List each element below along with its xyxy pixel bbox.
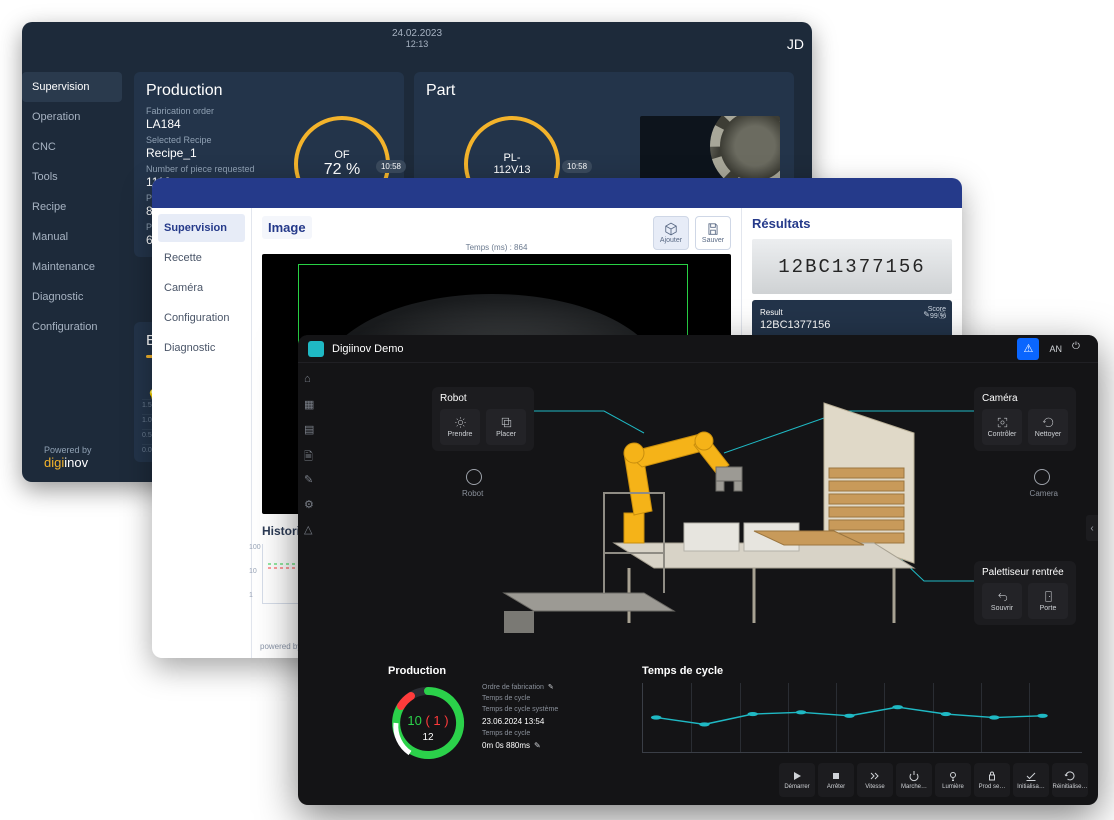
save-icon	[706, 222, 720, 236]
prod-button[interactable]: Prod se…	[974, 763, 1010, 797]
sidebar-item-camera[interactable]: Caméra	[158, 274, 245, 302]
bottom-dashboards: Production 10 ( 1 ) 12 Ordre de fabricat…	[388, 665, 1082, 775]
stop-button[interactable]: Arrêter	[818, 763, 854, 797]
sidebar-item-configuration[interactable]: Configuration	[158, 304, 245, 332]
speed-button[interactable]: Vitesse	[857, 763, 893, 797]
gear-icon	[454, 416, 467, 429]
warning-icon[interactable]: △	[304, 523, 318, 537]
sidebar-item-manual[interactable]: Manual	[22, 222, 122, 252]
march-button[interactable]: Marche…	[896, 763, 932, 797]
sidebar-item-cnc[interactable]: CNC	[22, 132, 122, 162]
souvrir-button[interactable]: Souvrir	[982, 583, 1022, 619]
cube-icon	[664, 222, 678, 236]
layers-icon[interactable]: ▤	[304, 423, 318, 437]
expand-right-icon[interactable]: ‹	[1086, 515, 1098, 541]
timestamp-date: 24.02.2023	[392, 28, 442, 39]
titlebar	[152, 178, 962, 208]
status-label-robot: Robot	[462, 489, 483, 498]
settings-icon[interactable]: ⚙	[304, 498, 318, 512]
sidebar-item-operation[interactable]: Operation	[22, 102, 122, 132]
sidebar-nav: Supervision Operation CNC Tools Recipe M…	[22, 72, 122, 342]
production-gauge: 10 ( 1 ) 12	[388, 683, 468, 763]
alert-button[interactable]: ⚠	[1017, 338, 1039, 360]
edit-icon[interactable]: ✎	[304, 473, 318, 487]
app-title: Digiinov Demo	[332, 343, 404, 355]
status-indicator-camera	[1034, 469, 1050, 485]
sidebar-item-supervision[interactable]: Supervision	[158, 214, 245, 242]
panel-title: Production	[388, 665, 618, 677]
copy-icon	[500, 416, 513, 429]
light-button[interactable]: Lumière	[935, 763, 971, 797]
power-icon[interactable]: ⏻	[1072, 341, 1088, 357]
add-button[interactable]: Ajouter	[653, 216, 689, 250]
init-button[interactable]: Initialisa…	[1013, 763, 1049, 797]
door-icon	[1042, 590, 1055, 603]
undo-icon	[996, 590, 1009, 603]
panel-title: Image	[262, 216, 312, 239]
save-button[interactable]: Sauver	[695, 216, 731, 250]
panel-palletizer: Palettiseur rentrée Souvrir Porte	[974, 561, 1076, 625]
sidebar-item-recipe[interactable]: Recipe	[22, 192, 122, 222]
ocr-result-image: 12BC1377156	[752, 239, 952, 294]
focus-icon	[996, 416, 1009, 429]
start-button[interactable]: Démarrer	[779, 763, 815, 797]
cycle-time-chart	[642, 683, 1082, 753]
time-chip: 10:58	[376, 160, 406, 173]
dashboard-icon[interactable]: ▦	[304, 398, 318, 412]
time-chip: 10:58	[562, 160, 592, 173]
card-title: Part	[426, 82, 782, 100]
panel-title: Palettiseur rentrée	[982, 567, 1068, 578]
placer-button[interactable]: Placer	[486, 409, 526, 445]
cycle-time-chart-panel: Temps de cycle	[642, 665, 1082, 775]
user-initials[interactable]: JD	[787, 36, 804, 52]
panel-camera: Caméra Contrôler Nettoyer	[974, 387, 1076, 451]
sidebar-nav: Supervision Recette Caméra Configuration…	[152, 208, 252, 658]
prendre-button[interactable]: Prendre	[440, 409, 480, 445]
app-logo	[308, 341, 324, 357]
status-indicator-robot	[466, 469, 482, 485]
nettoyer-button[interactable]: Nettoyer	[1028, 409, 1068, 445]
result-label: Result	[760, 308, 944, 317]
reset-button[interactable]: Réinitialise…	[1052, 763, 1088, 797]
titlebar: Digiinov Demo ⚠ AN ⏻	[298, 335, 1098, 363]
sidebar-item-diagnostic[interactable]: Diagnostic	[158, 334, 245, 362]
icon-rail: ⌂ ▦ ▤ 🗎 ✎ ⚙ △	[298, 363, 324, 803]
window-robot-3d: Digiinov Demo ⚠ AN ⏻ ⌂ ▦ ▤ 🗎 ✎ ⚙ △	[298, 335, 1098, 805]
panel-title: Résultats	[752, 216, 952, 231]
sidebar-item-diagnostic[interactable]: Diagnostic	[22, 282, 122, 312]
3d-stage[interactable]: Robot Prendre Placer Caméra Contrôler	[324, 363, 1098, 663]
timestamp-time: 12:13	[392, 39, 442, 49]
controller-button[interactable]: Contrôler	[982, 409, 1022, 445]
sidebar-item-supervision[interactable]: Supervision	[22, 72, 122, 102]
edit-icon[interactable]: ✎	[534, 741, 541, 750]
sidebar-item-recette[interactable]: Recette	[158, 244, 245, 272]
document-icon[interactable]: 🗎	[304, 448, 318, 462]
home-icon[interactable]: ⌂	[304, 373, 318, 387]
production-meta: Ordre de fabrication✎ Temps de cycle Tem…	[482, 683, 558, 754]
panel-title: Caméra	[982, 393, 1068, 404]
status-label-camera: Camera	[1030, 489, 1058, 498]
panel-title: Robot	[440, 393, 526, 404]
sidebar-item-maintenance[interactable]: Maintenance	[22, 252, 122, 282]
image-actions: Ajouter Sauver	[653, 216, 731, 250]
sidebar-item-tools[interactable]: Tools	[22, 162, 122, 192]
panel-title: Temps de cycle	[642, 665, 1082, 677]
result-row: Result 12BC1377156 Score 99 % ✎ ⓘ	[752, 300, 952, 339]
bottom-toolbar: Démarrer Arrêter Vitesse Marche… Lumière…	[779, 763, 1088, 797]
refresh-icon	[1042, 416, 1055, 429]
card-title: Production	[146, 82, 392, 100]
info-icon[interactable]: ⓘ	[938, 310, 946, 321]
panel-robot: Robot Prendre Placer	[432, 387, 534, 451]
gauge-sub: 12	[388, 732, 468, 743]
production-gauge-panel: Production 10 ( 1 ) 12 Ordre de fabricat…	[388, 665, 618, 775]
powered-by: Powered by digiinov	[44, 445, 92, 470]
edit-icon[interactable]: ✎	[548, 684, 554, 691]
result-value: 12BC1377156	[760, 319, 944, 331]
scene-3d	[494, 393, 944, 663]
sidebar-item-configuration[interactable]: Configuration	[22, 312, 122, 342]
edit-icon[interactable]: ✎	[923, 310, 930, 321]
porte-button[interactable]: Porte	[1028, 583, 1068, 619]
user-initials[interactable]: AN	[1045, 344, 1066, 354]
timestamp: 24.02.2023 12:13	[392, 28, 442, 49]
